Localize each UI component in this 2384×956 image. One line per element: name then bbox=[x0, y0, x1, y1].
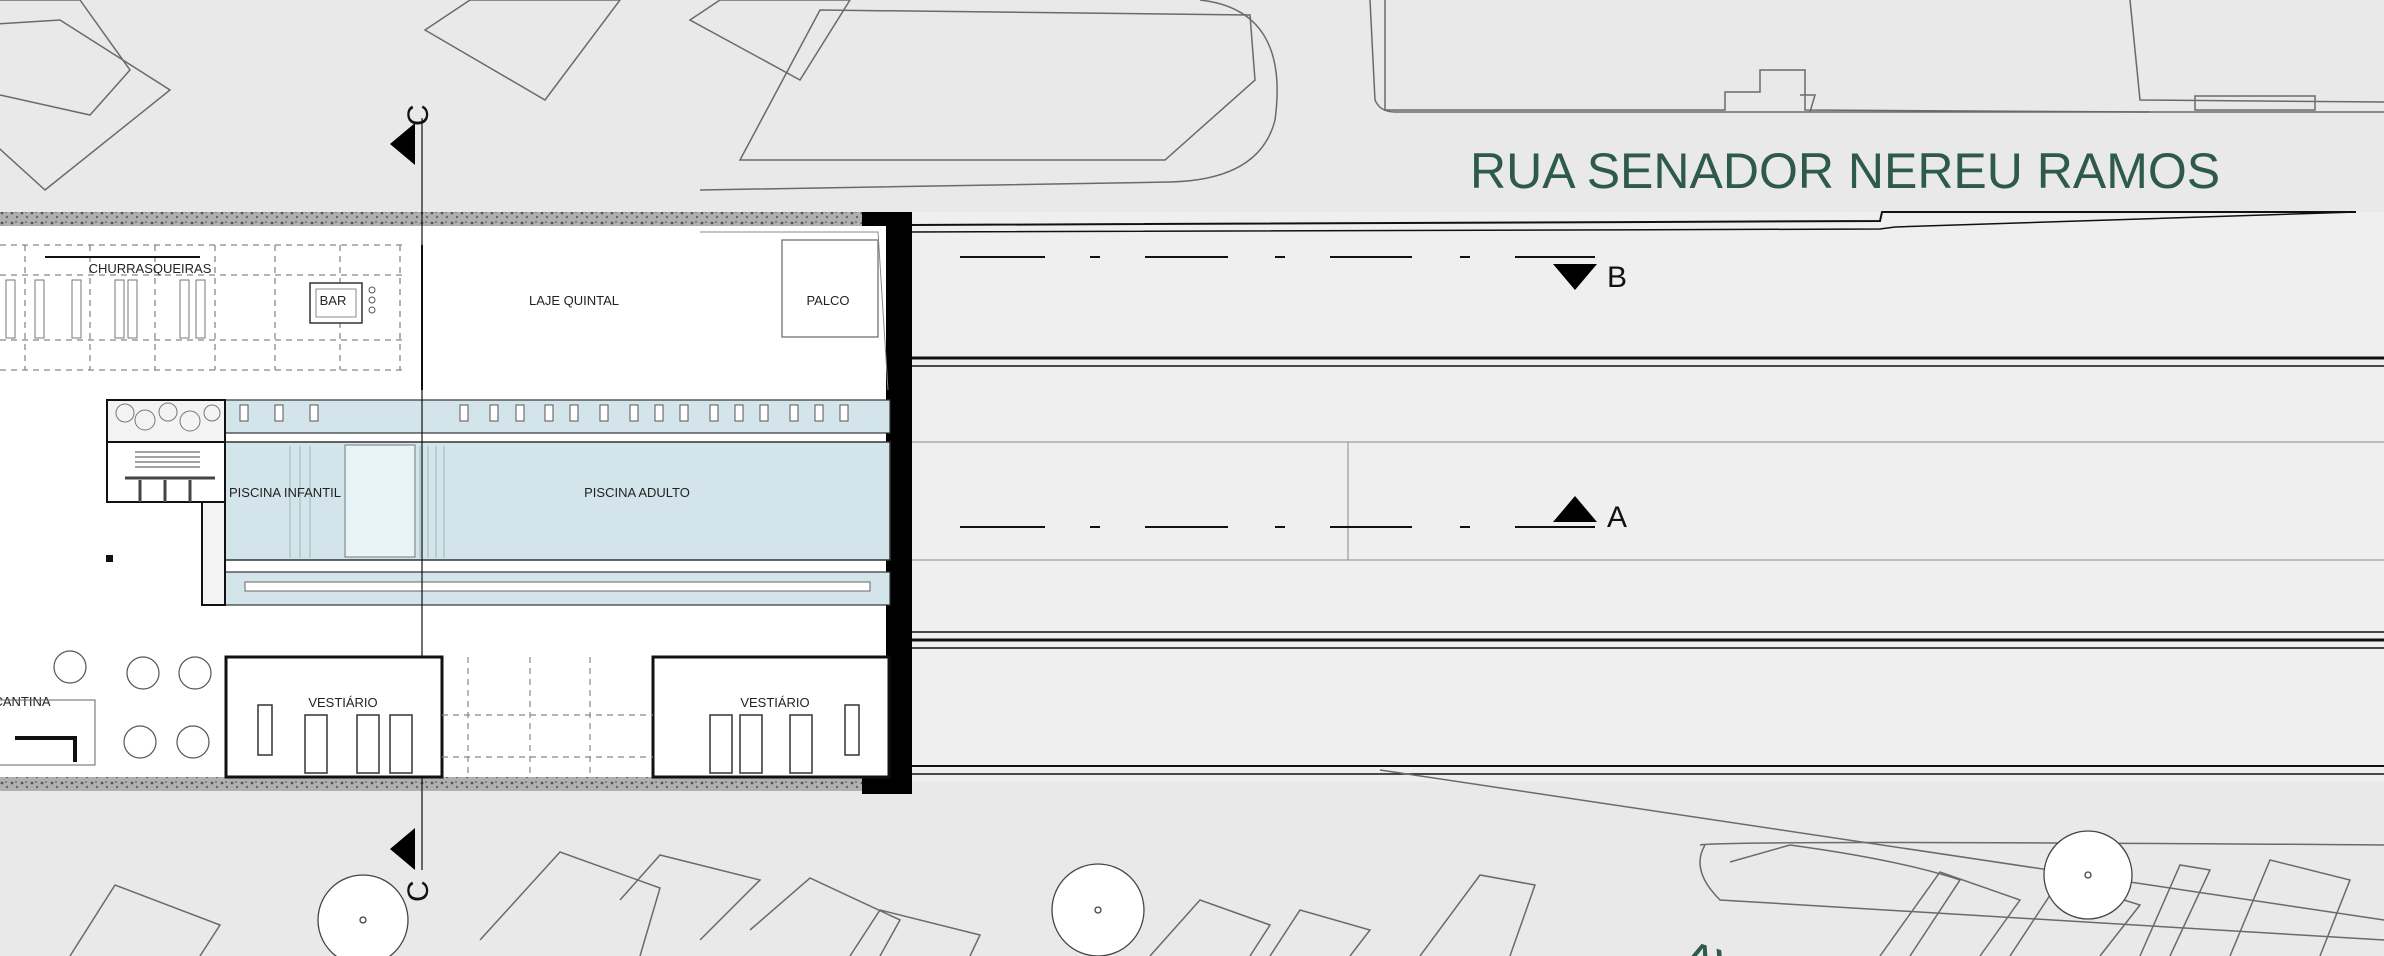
east-wall-bottom-cap bbox=[862, 777, 912, 794]
pool-border bbox=[224, 441, 891, 561]
room-label-bar: BAR bbox=[320, 293, 347, 308]
palco-stage bbox=[781, 239, 879, 338]
vestiario-right-block bbox=[651, 655, 891, 779]
room-label-piscina-infantil: PISCINA INFANTIL bbox=[229, 485, 341, 500]
room-label-palco: PALCO bbox=[806, 293, 849, 308]
room-label-churrasqueiras: CHURRASQUEIRAS bbox=[89, 261, 212, 276]
room-label-cantina: CANTINA bbox=[0, 694, 51, 709]
room-label-vestiario-left: VESTIÁRIO bbox=[308, 695, 377, 710]
section-c-bottom-label: C bbox=[402, 880, 435, 902]
street-label-main: RUA SENADOR NEREU RAMOS bbox=[1470, 143, 2220, 199]
gravel-strip-top bbox=[0, 212, 862, 226]
room-label-piscina-adulto: PISCINA ADULTO bbox=[584, 485, 690, 500]
section-c-top-label: C bbox=[402, 104, 435, 126]
section-b-label: B bbox=[1607, 261, 1627, 294]
piscina-infantil-shallow bbox=[344, 444, 416, 558]
planter-vertical bbox=[201, 501, 226, 606]
room-label-laje-quintal: LAJE QUINTAL bbox=[529, 293, 619, 308]
east-wall-top-cap bbox=[862, 212, 912, 226]
room-label-vestiario-right: VESTIÁRIO bbox=[740, 695, 809, 710]
gravel-strip-bottom bbox=[0, 777, 862, 791]
section-a-label: A bbox=[1607, 501, 1627, 534]
site-plan: RUA SENADOR NEREU RAMOS B A CHURRASQUEIR… bbox=[0, 0, 2384, 956]
lap-lane bbox=[244, 581, 871, 592]
column-marker bbox=[106, 555, 113, 562]
